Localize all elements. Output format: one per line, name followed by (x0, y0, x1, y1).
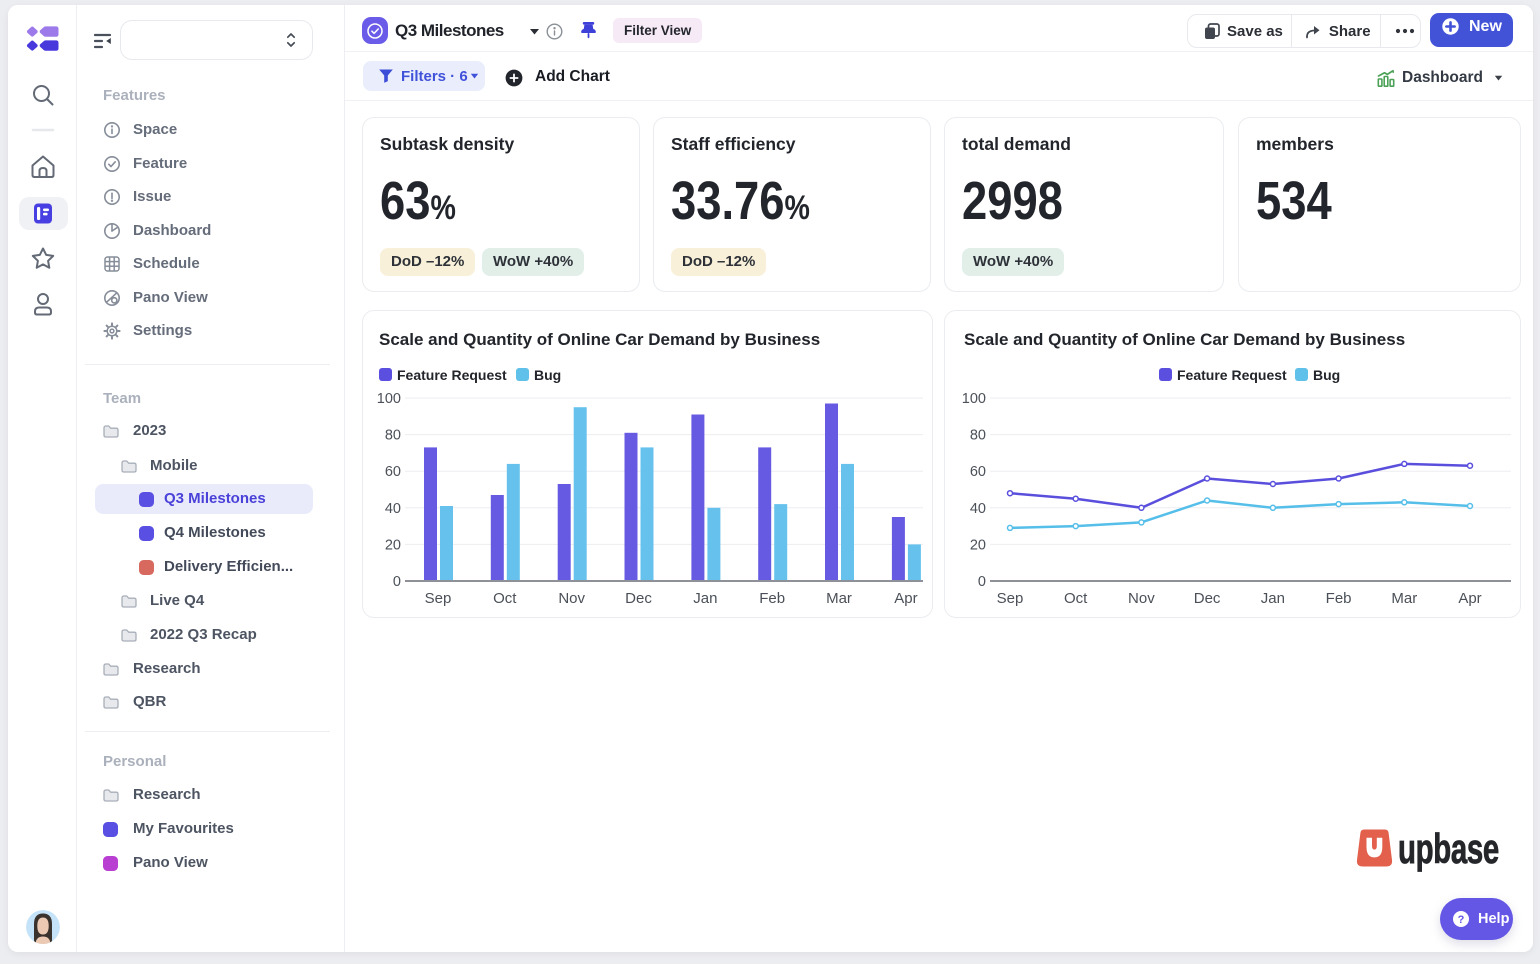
svg-text:Mar: Mar (826, 590, 852, 607)
svg-text:Jan: Jan (693, 590, 717, 607)
svg-text:Bug: Bug (534, 367, 561, 383)
svg-text:100: 100 (377, 391, 401, 407)
svg-text:Dec: Dec (625, 590, 652, 607)
svg-text:0: 0 (393, 574, 401, 590)
svg-text:Scale and Quantity of Online C: Scale and Quantity of Online Car Demand … (964, 330, 1405, 349)
svg-text:Mar: Mar (1391, 590, 1417, 607)
svg-text:80: 80 (970, 428, 986, 444)
svg-text:Sep: Sep (425, 590, 452, 607)
svg-text:Feature Request: Feature Request (397, 367, 507, 383)
svg-text:Nov: Nov (558, 590, 585, 607)
svg-text:Nov: Nov (1128, 590, 1155, 607)
svg-text:Apr: Apr (1458, 590, 1481, 607)
svg-text:0: 0 (978, 574, 986, 590)
svg-text:Sep: Sep (997, 590, 1024, 607)
svg-text:60: 60 (385, 464, 401, 480)
svg-text:Dec: Dec (1194, 590, 1221, 607)
svg-text:100: 100 (962, 391, 986, 407)
svg-text:Oct: Oct (1064, 590, 1088, 607)
svg-text:Feature Request: Feature Request (1177, 367, 1287, 383)
svg-text:Oct: Oct (493, 590, 517, 607)
svg-text:20: 20 (385, 537, 401, 553)
svg-text:?: ? (1458, 914, 1465, 926)
svg-text:Feb: Feb (759, 590, 785, 607)
svg-text:40: 40 (970, 501, 986, 517)
svg-text:Bug: Bug (1313, 367, 1340, 383)
svg-text:Feb: Feb (1326, 590, 1352, 607)
svg-text:60: 60 (970, 464, 986, 480)
svg-text:20: 20 (970, 537, 986, 553)
svg-text:Jan: Jan (1261, 590, 1285, 607)
svg-text:80: 80 (385, 428, 401, 444)
svg-text:Apr: Apr (894, 590, 917, 607)
svg-text:Scale and Quantity of Online C: Scale and Quantity of Online Car Demand … (379, 330, 820, 349)
svg-text:40: 40 (385, 501, 401, 517)
